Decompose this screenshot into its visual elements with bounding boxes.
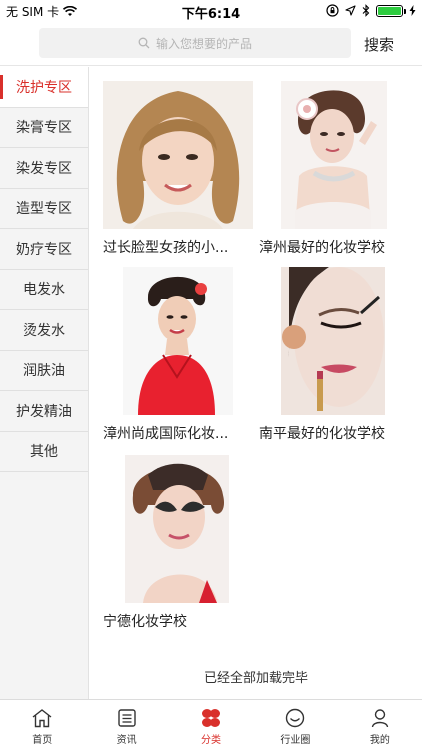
product-title: 宁德化妆学校	[103, 614, 187, 630]
tab-label: 首页	[32, 735, 53, 746]
product-card[interactable]: 漳州尚成国际化妆...	[103, 267, 253, 443]
tab-home[interactable]: 首页	[0, 700, 84, 750]
tab-label: 资讯	[116, 735, 137, 746]
sidebar-item-wash-care[interactable]: 洗护专区	[0, 67, 88, 108]
product-grid: 过长脸型女孩的小... 漳州最好的化妆学校 漳州尚成国际化妆... 南平最好的化…	[90, 67, 422, 699]
product-title: 漳州最好的化妆学校	[259, 240, 385, 256]
tab-bar: 首页 资讯 分类 行业圈 我的	[0, 699, 422, 750]
location-icon	[345, 5, 356, 16]
sidebar-item-styling[interactable]: 造型专区	[0, 188, 88, 229]
tab-industry-circle[interactable]: 行业圈	[253, 700, 337, 750]
search-button[interactable]: 搜索	[364, 34, 394, 55]
product-image	[103, 455, 253, 603]
tab-label: 我的	[369, 735, 390, 746]
product-card[interactable]: 过长脸型女孩的小...	[103, 81, 253, 257]
product-title: 南平最好的化妆学校	[259, 426, 385, 442]
tab-profile[interactable]: 我的	[338, 700, 422, 750]
category-icon	[202, 709, 221, 727]
status-bar: 无 SIM 卡 下午6:14	[0, 0, 422, 22]
home-icon	[32, 709, 52, 728]
sidebar-item-other[interactable]: 其他	[0, 431, 88, 472]
sidebar-item-dye-cream[interactable]: 染膏专区	[0, 107, 88, 148]
tab-category[interactable]: 分类	[169, 700, 253, 750]
product-image	[103, 81, 253, 229]
sidebar-item-hair-dye[interactable]: 染发专区	[0, 148, 88, 189]
load-complete-note: 已经全部加载完毕	[203, 671, 308, 686]
product-card[interactable]: 宁德化妆学校	[103, 455, 253, 631]
product-image	[103, 267, 253, 415]
product-title: 漳州尚成国际化妆...	[103, 426, 229, 442]
search-header: 输入您想要的产品 搜索	[0, 22, 422, 66]
battery-icon	[376, 4, 406, 17]
sidebar-item-hair-oil[interactable]: 护发精油	[0, 391, 88, 432]
news-icon	[117, 709, 136, 727]
sidebar-item-milk-therapy[interactable]: 奶疗专区	[0, 229, 88, 270]
charging-icon	[409, 5, 416, 16]
search-placeholder: 输入您想要的产品	[155, 36, 252, 51]
category-sidebar: 洗护专区 染膏专区 染发专区 造型专区 奶疗专区 电发水 烫发水 润肤油 护发精…	[0, 67, 89, 699]
bluetooth-icon	[362, 4, 370, 17]
search-icon	[138, 37, 150, 49]
tab-news[interactable]: 资讯	[84, 700, 168, 750]
sidebar-item-perm-water[interactable]: 烫发水	[0, 310, 88, 351]
orientation-lock-icon	[326, 4, 339, 17]
product-card[interactable]: 漳州最好的化妆学校	[259, 81, 409, 257]
sidebar-item-skin-oil[interactable]: 润肤油	[0, 350, 88, 391]
tab-label: 行业圈	[280, 735, 311, 746]
product-card[interactable]: 南平最好的化妆学校	[259, 267, 409, 443]
circle-icon	[286, 708, 305, 728]
sidebar-item-perm-liquid[interactable]: 电发水	[0, 269, 88, 310]
product-image	[259, 267, 409, 415]
product-image	[259, 81, 409, 229]
status-icons	[326, 4, 416, 17]
tab-label: 分类	[201, 735, 222, 746]
search-input[interactable]: 输入您想要的产品	[39, 28, 351, 58]
product-title: 过长脸型女孩的小...	[103, 240, 229, 256]
user-icon	[371, 709, 389, 728]
